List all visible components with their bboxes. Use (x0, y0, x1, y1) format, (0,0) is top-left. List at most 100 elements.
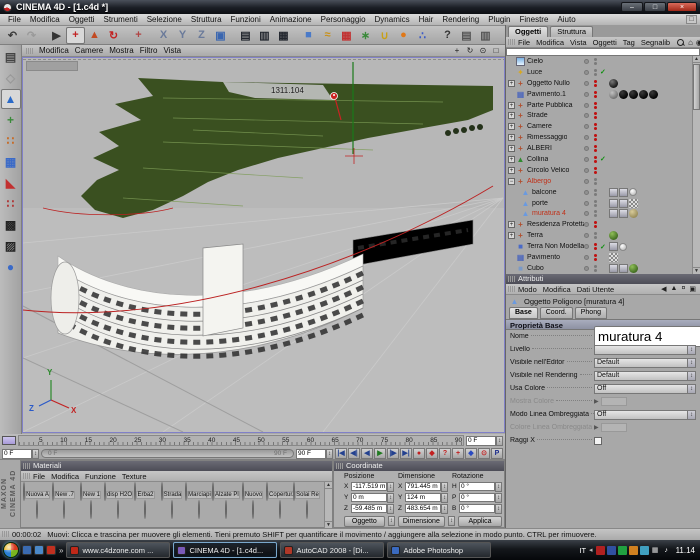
rotate-tool-icon[interactable]: ↻ (104, 27, 123, 44)
material-chip[interactable] (609, 252, 618, 262)
layer-dot[interactable] (584, 254, 589, 260)
phong-tag-icon[interactable] (609, 209, 618, 219)
material-preview[interactable] (143, 500, 146, 519)
phong-tag-icon[interactable] (609, 242, 618, 252)
expand-toggle-icon[interactable]: − (508, 177, 515, 185)
layer-dot[interactable] (584, 178, 589, 184)
menu-item[interactable]: Strumenti (101, 15, 139, 24)
position-y-field[interactable] (351, 493, 387, 502)
lock-z-axis-icon[interactable]: Z (192, 27, 211, 44)
raggi-x-checkbox[interactable] (594, 436, 602, 445)
visibility-dots[interactable] (592, 177, 598, 186)
material-item[interactable]: New 1 (77, 482, 104, 501)
last-tool-icon[interactable]: + (129, 27, 148, 44)
expand-toggle-icon[interactable]: + (508, 232, 515, 240)
expand-toggle-icon[interactable]: + (508, 101, 515, 109)
material-item[interactable]: Copertur. (266, 482, 295, 501)
help-cursor-icon[interactable]: ? (438, 27, 457, 44)
add-sphere-icon[interactable]: ● (394, 27, 413, 44)
network-icon[interactable]: ▦ (651, 546, 660, 555)
point-mode-icon[interactable]: ∷ (1, 131, 21, 151)
materials-grip[interactable] (23, 463, 30, 469)
panel-box-icon[interactable]: ▣ (689, 285, 696, 293)
texture-axis-mode-icon[interactable]: ▨ (1, 236, 21, 256)
material-chip[interactable] (629, 198, 638, 208)
material-chip[interactable] (629, 188, 637, 197)
enabled-check-icon[interactable]: ✓ (600, 155, 608, 163)
material-chip[interactable] (609, 89, 618, 99)
current-frame-field[interactable] (466, 435, 496, 446)
switch-windows-icon[interactable] (34, 545, 44, 555)
material-item[interactable]: Nuova A (23, 482, 50, 501)
material-preview[interactable] (170, 500, 173, 519)
material-item[interactable]: Erba2 (131, 482, 158, 501)
menu-item[interactable]: Aiuto (555, 15, 577, 24)
visibility-dots[interactable] (592, 57, 598, 66)
visibility-dots[interactable] (592, 155, 598, 164)
object-manager-menu-item[interactable]: File (518, 38, 530, 47)
rotation-h-spinner[interactable]: ↕ (495, 481, 502, 492)
tree-row-cubo[interactable]: Cubo (506, 263, 700, 274)
material-chip[interactable] (629, 209, 638, 219)
material-preview[interactable] (62, 500, 65, 519)
material-item[interactable]: Marciapi (185, 482, 212, 501)
show-desktop-icon[interactable] (22, 545, 32, 555)
rotation-b-field[interactable] (459, 504, 495, 513)
tray-app-5-icon[interactable] (639, 545, 649, 555)
layer-dot[interactable] (584, 167, 589, 173)
material-item[interactable] (212, 500, 239, 519)
material-item[interactable] (239, 500, 266, 519)
viewport-menu-item[interactable]: Filtro (140, 46, 158, 55)
material-item[interactable] (293, 500, 320, 519)
history-back-icon[interactable]: ◀ (661, 285, 666, 293)
rotation-p-field[interactable] (459, 493, 495, 502)
record-button[interactable]: ● (413, 448, 425, 459)
usa-colore-select[interactable]: Off ↕ (594, 383, 696, 394)
key-tool-button[interactable]: ◆ (465, 448, 477, 459)
material-preview[interactable] (116, 500, 119, 519)
expand-toggle-icon[interactable]: + (508, 123, 515, 131)
tree-row-rimessaggio[interactable]: +Rimessaggio (506, 132, 700, 143)
tree-row-balcone[interactable]: balcone (506, 187, 700, 198)
tree-row-camere[interactable]: +Camere (506, 121, 700, 132)
position-x-field[interactable] (351, 482, 387, 491)
apply-button[interactable]: Applica (458, 516, 502, 527)
visibile-editor-select[interactable]: Default ↕ (594, 357, 696, 368)
position-z-spinner[interactable]: ↕ (387, 503, 394, 514)
material-chip[interactable] (609, 231, 618, 241)
coordinate-header[interactable]: Coordinate (334, 461, 504, 471)
visibility-dots[interactable] (592, 231, 598, 240)
layer-dot[interactable] (584, 102, 589, 108)
material-item[interactable] (158, 500, 185, 519)
visibility-dots[interactable] (592, 144, 598, 153)
dimension-x-field[interactable] (405, 482, 441, 491)
powerslider-button[interactable]: P (491, 448, 503, 459)
display-layout-2-icon[interactable]: ▥ (476, 27, 495, 44)
material-chip[interactable] (639, 89, 648, 99)
add-spline-icon[interactable]: ≈ (318, 27, 337, 44)
dropdown-arrow-icon[interactable]: ↕ (687, 410, 695, 419)
goto-end-button[interactable]: ▶| (400, 448, 412, 459)
layer-dot[interactable] (584, 200, 589, 206)
tree-row-pavimento-1[interactable]: Pavimento.1 (506, 89, 700, 100)
range-end-spinner[interactable]: ↕ (326, 448, 333, 459)
tree-row-porte[interactable]: porte (506, 198, 700, 209)
material-item[interactable] (185, 500, 212, 519)
attributes-menu-item[interactable]: Modifica (543, 285, 571, 294)
visibility-dots[interactable] (592, 90, 598, 99)
move-tool-icon[interactable]: + (66, 26, 85, 44)
material-item[interactable] (23, 500, 50, 519)
attributes-header[interactable]: Attributi (506, 274, 700, 284)
language-indicator[interactable]: IT (579, 546, 586, 555)
tree-row-residenza-protetta[interactable]: +Residenza Protetta (506, 219, 700, 230)
phong-tag-icon[interactable] (609, 198, 618, 208)
add-boole-icon[interactable]: ∪ (375, 27, 394, 44)
materials-menu-item[interactable]: Texture (122, 472, 147, 481)
menu-item[interactable]: Plugin (486, 15, 512, 24)
attributes-menu-item[interactable]: Modo (518, 285, 537, 294)
coordinate-system-icon[interactable]: ▣ (211, 27, 230, 44)
visibility-dots[interactable] (592, 209, 598, 218)
dimension-y-field[interactable] (405, 493, 441, 502)
layout-switch-icon[interactable]: ▤ (1, 47, 21, 67)
object-manager-grip[interactable] (508, 39, 515, 45)
